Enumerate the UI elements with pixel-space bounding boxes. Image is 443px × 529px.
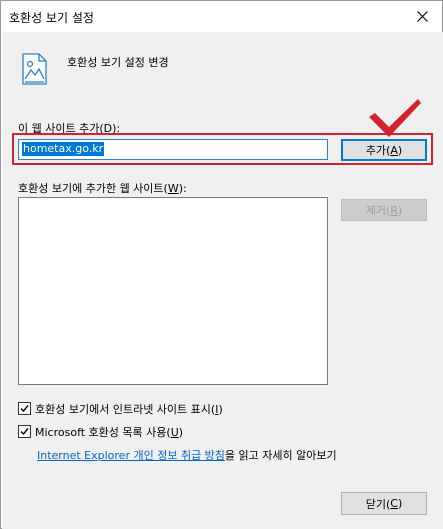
privacy-link[interactable]: Internet Explorer 개인 정보 취급 방침	[37, 449, 225, 462]
add-button[interactable]: 추가(A)	[341, 139, 427, 161]
ms-list-checkbox-label[interactable]: Microsoft 호환성 목록 사용(U)	[35, 424, 183, 440]
header-text: 호환성 보기 설정 변경	[67, 56, 169, 69]
add-site-input-value: hometax.go.kr	[22, 142, 105, 156]
intranet-checkbox[interactable]	[18, 402, 31, 415]
title-bar[interactable]: 호환성 보기 설정	[1, 1, 442, 31]
check-icon	[20, 405, 29, 413]
close-window-button[interactable]	[402, 1, 442, 31]
red-checkmark-icon	[369, 99, 421, 137]
ms-list-checkbox[interactable]	[18, 425, 31, 438]
check-icon	[20, 428, 29, 436]
remove-button[interactable]: 제거(R)	[341, 199, 427, 221]
intranet-checkbox-label[interactable]: 호환성 보기에서 인트라넷 사이트 표시(I)	[35, 401, 223, 417]
dialog-window: 호환성 보기 설정 호환성 보기 설정 변경 이 웹 사이트 추가(D): ho…	[0, 0, 443, 529]
close-icon	[416, 10, 428, 22]
site-list[interactable]	[18, 197, 328, 385]
site-list-label: 호환성 보기에 추가한 웹 사이트(W):	[18, 182, 187, 195]
page-image-icon	[22, 53, 47, 85]
add-site-input[interactable]: hometax.go.kr	[18, 139, 328, 160]
close-button[interactable]: 닫기(C)	[341, 492, 427, 515]
privacy-trailing-text: 을 읽고 자세히 알아보기	[224, 449, 337, 462]
privacy-line: Internet Explorer 개인 정보 취급 방침을 읽고 자세히 알아…	[37, 447, 337, 463]
window-title: 호환성 보기 설정	[9, 11, 94, 25]
